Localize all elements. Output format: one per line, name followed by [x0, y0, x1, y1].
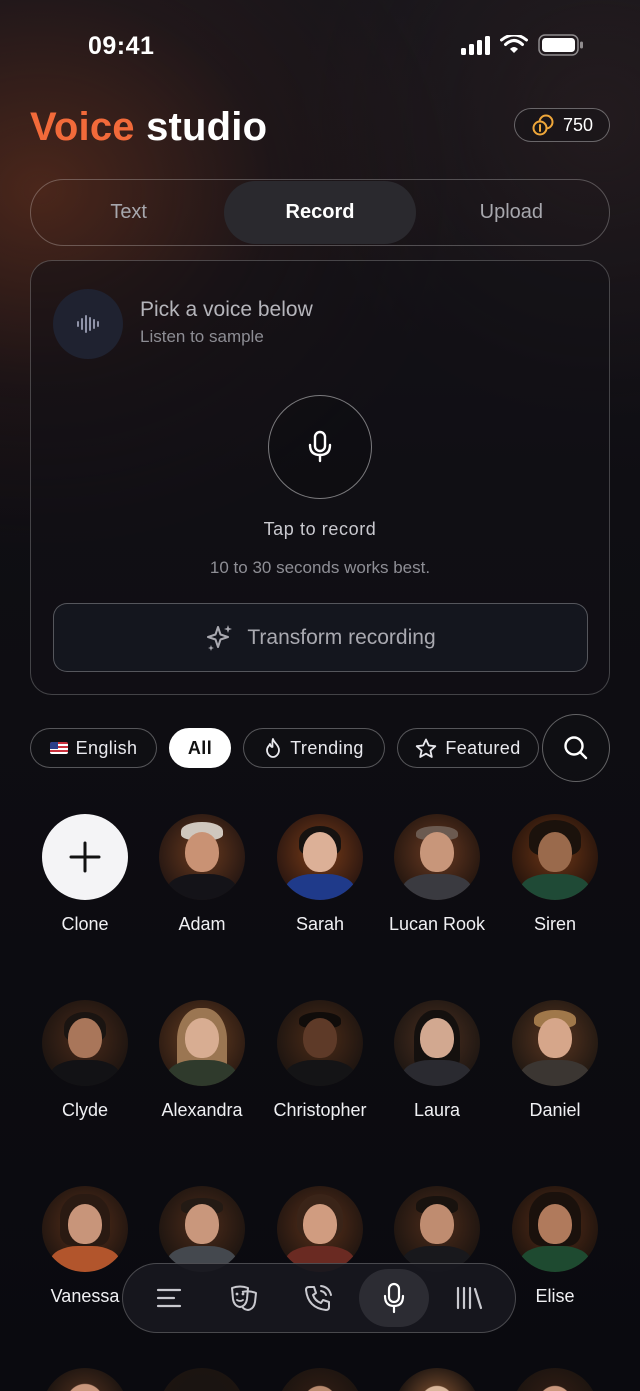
- avatar: [277, 1186, 363, 1272]
- avatar: [394, 814, 480, 900]
- voice-card[interactable]: Adam: [143, 810, 261, 935]
- tab-record[interactable]: Record: [224, 181, 416, 244]
- menu-icon: [156, 1288, 181, 1308]
- avatar: [512, 1000, 598, 1086]
- avatar: [512, 1186, 598, 1272]
- voice-card[interactable]: Daniel: [496, 996, 614, 1121]
- voice-name: Daniel: [529, 1100, 581, 1120]
- record-button[interactable]: [268, 395, 372, 499]
- wifi-icon: [500, 35, 528, 53]
- phone-call-icon: [304, 1285, 332, 1311]
- mode-tabs: Text Record Upload: [30, 179, 610, 246]
- voice-prompt-subtitle: Listen to sample: [140, 327, 264, 346]
- plus-icon: [69, 841, 101, 873]
- avatar: [159, 1000, 245, 1086]
- voice-name: Lucan Rook: [388, 914, 486, 934]
- filter-all[interactable]: All: [169, 728, 231, 768]
- nav-record[interactable]: [359, 1269, 430, 1327]
- clone-avatar: [42, 814, 128, 900]
- voice-prompt-title: Pick a voice below: [140, 298, 313, 321]
- credits-count: 750: [562, 114, 594, 135]
- library-icon: [457, 1286, 483, 1310]
- nav-menu[interactable]: [134, 1269, 204, 1327]
- voice-card[interactable]: Christopher: [261, 996, 379, 1121]
- bottom-nav: [122, 1263, 516, 1333]
- filter-all-label: All: [187, 737, 213, 758]
- status-time: 09:41: [88, 32, 155, 60]
- record-label: Tap to record: [263, 519, 377, 539]
- voice-card[interactable]: Alexandra: [143, 996, 261, 1121]
- voice-grid-next-row: [0, 1368, 640, 1391]
- avatar: [42, 1000, 128, 1086]
- voice-name: Laura: [413, 1100, 461, 1120]
- avatar[interactable]: [394, 1368, 480, 1391]
- header: Voice studio 750: [30, 100, 610, 154]
- record-hint: 10 to 30 seconds works best.: [209, 558, 431, 577]
- status-bar: 09:41: [0, 0, 640, 96]
- search-button[interactable]: [542, 714, 610, 782]
- avatar[interactable]: [277, 1368, 363, 1391]
- status-icons: [461, 34, 584, 56]
- avatar: [159, 1186, 245, 1272]
- star-icon: [416, 738, 437, 758]
- sparkles-icon: [207, 624, 233, 651]
- battery-icon: [538, 34, 583, 56]
- transform-recording-button[interactable]: Transform recording: [53, 603, 588, 672]
- voice-card[interactable]: Lucan Rook: [378, 810, 496, 935]
- theater-masks-icon: [230, 1285, 257, 1311]
- nav-characters[interactable]: [209, 1269, 279, 1327]
- waveform-icon: [77, 315, 99, 333]
- record-card: Pick a voice below Listen to sample Tap …: [30, 260, 610, 695]
- voice-card[interactable]: Clyde: [26, 996, 144, 1121]
- voice-card[interactable]: Laura: [378, 996, 496, 1121]
- avatar[interactable]: [159, 1368, 245, 1391]
- us-flag-icon: [49, 742, 68, 754]
- transform-recording-label: Transform recording: [247, 625, 436, 649]
- avatar: [277, 1000, 363, 1086]
- voice-name: Clone: [61, 914, 109, 934]
- language-filter-label: English: [75, 737, 138, 758]
- voice-clone[interactable]: Clone: [26, 810, 144, 935]
- voice-name: Alexandra: [161, 1100, 243, 1120]
- filter-featured-label: Featured: [445, 737, 521, 758]
- voice-filters: English All Trending Featured: [30, 714, 610, 782]
- voice-card[interactable]: Sarah: [261, 810, 379, 935]
- tab-text[interactable]: Text: [33, 181, 224, 244]
- voice-preview-button[interactable]: [53, 289, 123, 359]
- credits-badge[interactable]: 750: [514, 108, 610, 142]
- voice-card[interactable]: Siren: [496, 810, 614, 935]
- voice-name: Siren: [533, 914, 577, 934]
- avatar[interactable]: [42, 1368, 128, 1391]
- signal-icon: [461, 35, 490, 55]
- microphone-icon: [384, 1282, 405, 1314]
- search-icon: [564, 736, 588, 760]
- nav-calls[interactable]: [284, 1269, 354, 1327]
- flame-icon: [266, 738, 281, 758]
- avatar: [277, 814, 363, 900]
- voice-name: Christopher: [273, 1100, 367, 1120]
- filter-trending-label: Trending: [290, 737, 364, 758]
- voice-name: Sarah: [295, 914, 345, 934]
- nav-library[interactable]: [434, 1269, 504, 1327]
- page-title-accent: Voice: [30, 105, 135, 149]
- avatar: [394, 1186, 480, 1272]
- avatar: [42, 1186, 128, 1272]
- language-filter[interactable]: English: [30, 728, 157, 768]
- avatar: [512, 814, 598, 900]
- tab-upload[interactable]: Upload: [416, 181, 607, 244]
- page-title-rest: studio: [146, 105, 268, 149]
- voice-name: Adam: [178, 914, 226, 934]
- filter-trending[interactable]: Trending: [243, 728, 385, 768]
- microphone-icon: [308, 430, 332, 463]
- coins-icon: [532, 114, 554, 136]
- filter-featured[interactable]: Featured: [397, 728, 539, 768]
- avatar[interactable]: [512, 1368, 598, 1391]
- voice-name: Clyde: [61, 1100, 109, 1120]
- avatar: [159, 814, 245, 900]
- avatar: [394, 1000, 480, 1086]
